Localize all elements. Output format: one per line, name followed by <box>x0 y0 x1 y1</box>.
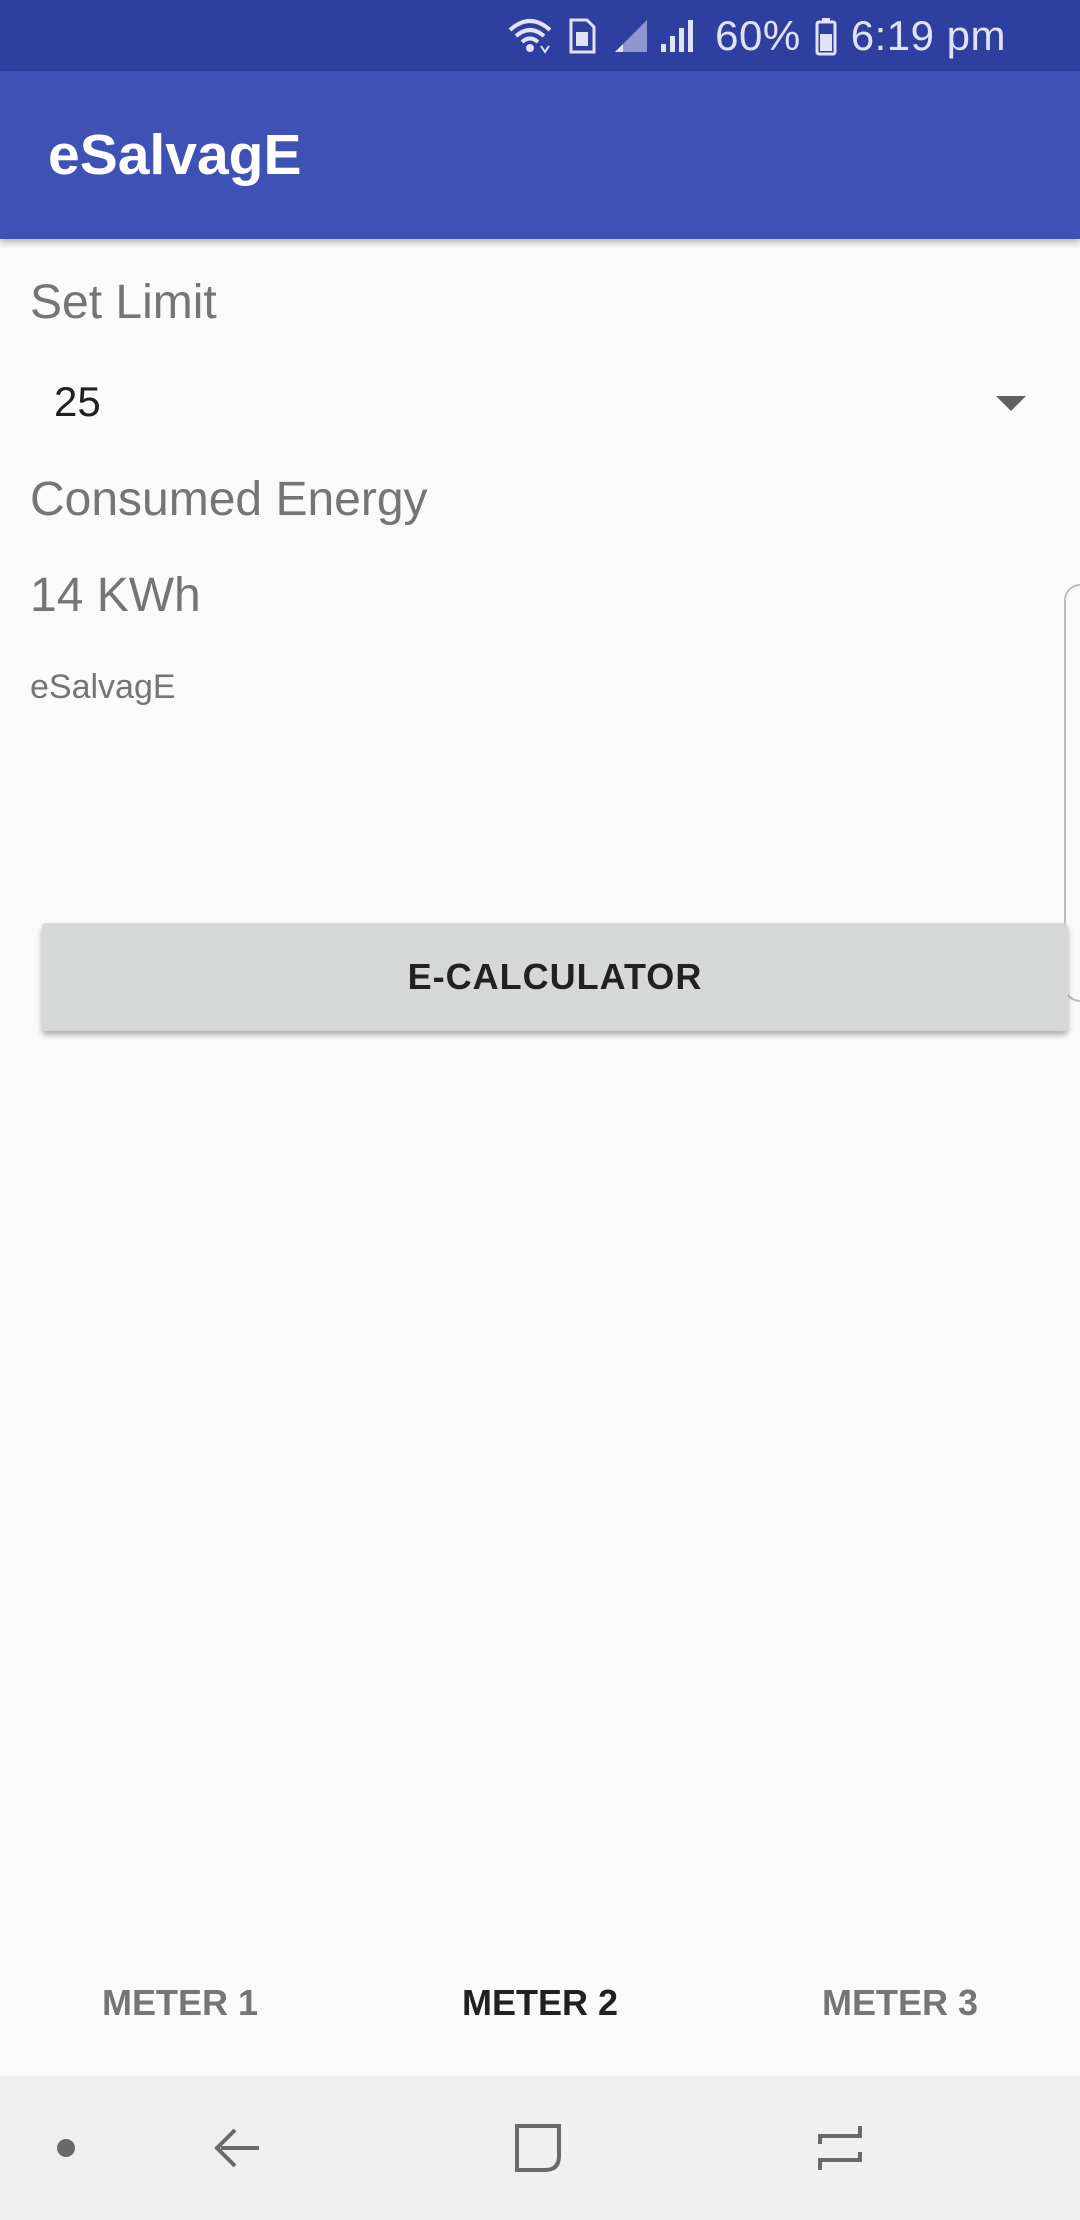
limit-value: 25 <box>54 378 101 425</box>
navigation-bar <box>0 2076 1080 2220</box>
screen: 60% 6:19 pm eSalvagE Set Limit 25 Consum… <box>0 0 1080 2220</box>
tab-meter-3[interactable]: METER 3 <box>720 1960 1080 2076</box>
back-icon[interactable] <box>205 2076 269 2220</box>
tab-meter-1[interactable]: METER 1 <box>0 1960 360 2076</box>
home-icon[interactable] <box>505 2076 569 2220</box>
dropdown-arrow-icon <box>996 396 1026 411</box>
e-calculator-button[interactable]: E-CALCULATOR <box>42 923 1068 1031</box>
recent-apps-icon[interactable] <box>808 2076 872 2220</box>
status-icons: 60% 6:19 pm <box>507 0 1006 71</box>
limit-spinner[interactable]: 25 <box>30 360 1040 450</box>
set-limit-label: Set Limit <box>30 276 217 329</box>
status-bar: 60% 6:19 pm <box>0 0 1080 71</box>
consumed-energy-value: 14 KWh <box>30 569 201 622</box>
battery-icon <box>815 16 837 56</box>
clock: 6:19 pm <box>850 11 1006 59</box>
signal-icon <box>611 16 701 56</box>
app-title: eSalvagE <box>48 123 302 187</box>
sim-icon <box>567 16 597 56</box>
brand-text: eSalvagE <box>30 668 176 706</box>
battery-percent: 60% <box>715 11 801 59</box>
meter-tab-bar: METER 1 METER 2 METER 3 <box>0 1960 1080 2076</box>
wifi-icon <box>507 16 553 56</box>
tab-meter-2[interactable]: METER 2 <box>360 1960 720 2076</box>
app-bar: eSalvagE <box>0 71 1080 239</box>
dot-icon[interactable] <box>54 2076 78 2220</box>
consumed-energy-label: Consumed Energy <box>30 473 428 526</box>
